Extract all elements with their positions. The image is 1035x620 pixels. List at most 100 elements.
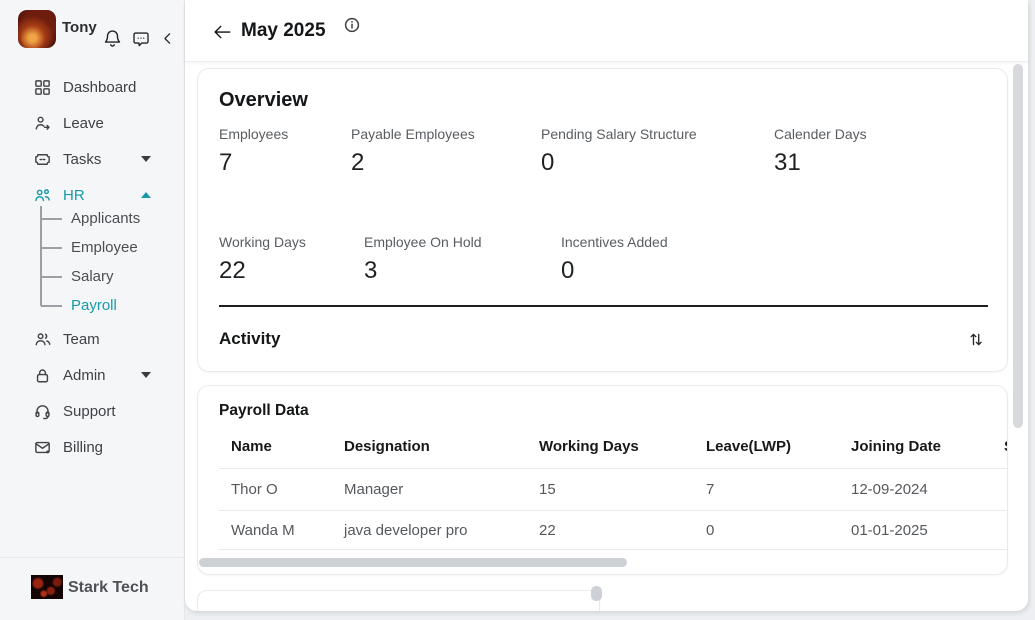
section-divider — [219, 305, 988, 307]
column-header-name[interactable]: Name — [231, 438, 272, 455]
stat-label: Incentives Added — [561, 234, 668, 250]
stat-label: Pending Salary Structure — [541, 126, 697, 142]
cell-designation: Manager — [344, 481, 403, 498]
stat-value: 2 — [351, 149, 475, 177]
hr-subtree-stub — [41, 247, 62, 249]
column-header-clipped[interactable]: S — [1004, 438, 1008, 455]
brand-footer: Stark Tech — [0, 557, 184, 620]
hr-people-icon — [33, 186, 52, 205]
stat-label: Payable Employees — [351, 126, 475, 142]
stat-value: 7 — [219, 149, 288, 177]
sidebar-item-applicants[interactable]: Applicants — [71, 209, 140, 229]
stat-value: 31 — [774, 149, 867, 177]
vertical-scrollbar-thumb[interactable] — [1013, 64, 1023, 428]
stat-employees: Employees 7 — [219, 126, 288, 177]
card-scrollbar-thumb[interactable] — [591, 586, 602, 601]
brand-name: Stark Tech — [68, 579, 149, 597]
info-icon[interactable] — [344, 17, 360, 33]
sidebar-item-dashboard[interactable]: Dashboard — [0, 72, 185, 102]
sidebar-item-label: Billing — [63, 439, 103, 456]
sidebar-item-label: Team — [63, 331, 100, 348]
horizontal-scrollbar-thumb[interactable] — [199, 558, 627, 567]
stat-incentives-added: Incentives Added 0 — [561, 234, 668, 285]
cell-joining-date: 12-09-2024 — [851, 481, 928, 498]
sidebar-item-label: Dashboard — [63, 79, 136, 96]
sort-arrows-icon[interactable] — [967, 330, 985, 349]
cell-working-days: 15 — [539, 481, 556, 498]
sidebar-item-label: Leave — [63, 115, 104, 132]
overview-card: Overview Employees 7 Payable Employees 2… — [197, 68, 1008, 372]
stat-working-days: Working Days 22 — [219, 234, 306, 285]
sidebar-item-leave[interactable]: Leave — [0, 108, 185, 138]
dashboard-grid-icon — [33, 78, 52, 97]
column-header-designation[interactable]: Designation — [344, 438, 430, 455]
sidebar-item-employee[interactable]: Employee — [71, 238, 138, 258]
cell-joining-date: 01-01-2025 — [851, 522, 928, 539]
leave-person-icon — [33, 114, 52, 133]
stat-value: 0 — [561, 257, 668, 285]
sidebar-item-label: Support — [63, 403, 116, 420]
main-panel: May 2025 Overview Employees 7 Payable Em… — [185, 0, 1028, 611]
user-profile[interactable]: Tony — [0, 9, 185, 51]
scroll-content: Overview Employees 7 Payable Employees 2… — [185, 62, 1028, 611]
row-divider — [219, 549, 1007, 550]
user-avatar[interactable] — [18, 10, 56, 48]
sidebar-item-label: Tasks — [63, 151, 101, 168]
column-header-leave-lwp[interactable]: Leave(LWP) — [706, 438, 791, 455]
chevron-down-icon[interactable] — [141, 372, 151, 378]
column-header-joining-date[interactable]: Joining Date — [851, 438, 941, 455]
sidebar-item-team[interactable]: Team — [0, 324, 185, 354]
messages-chat-icon[interactable] — [131, 29, 151, 49]
page-title: May 2025 — [241, 20, 326, 42]
stat-employee-on-hold: Employee On Hold 3 — [364, 234, 482, 285]
row-divider — [219, 510, 1007, 511]
stat-value: 3 — [364, 257, 482, 285]
cell-leave: 0 — [706, 522, 714, 539]
back-arrow-icon[interactable] — [211, 21, 233, 43]
stat-label: Calender Days — [774, 126, 867, 142]
stat-value: 22 — [219, 257, 306, 285]
payroll-card: Payroll Data Name Designation Working Da… — [197, 385, 1008, 575]
next-section-card — [197, 590, 600, 611]
hr-subtree-stub — [41, 218, 62, 220]
chevron-up-icon[interactable] — [141, 192, 151, 198]
stat-pending-salary-structure: Pending Salary Structure 0 — [541, 126, 697, 177]
team-people-icon — [33, 330, 52, 349]
sidebar-item-hr[interactable]: HR — [0, 180, 185, 210]
cell-designation: java developer pro — [344, 522, 467, 539]
sidebar-item-salary[interactable]: Salary — [71, 267, 114, 287]
payroll-title: Payroll Data — [219, 402, 309, 420]
stat-payable-employees: Payable Employees 2 — [351, 126, 475, 177]
billing-envelope-icon — [33, 438, 52, 457]
hr-subtree-stub — [41, 305, 62, 307]
stat-value: 0 — [541, 149, 697, 177]
admin-lock-icon — [33, 366, 52, 385]
stat-label: Working Days — [219, 234, 306, 250]
tasks-ticket-icon — [33, 150, 52, 169]
overview-title: Overview — [219, 89, 308, 112]
chevron-down-icon[interactable] — [141, 156, 151, 162]
row-divider — [219, 468, 1007, 469]
support-headset-icon — [33, 402, 52, 421]
notifications-bell-icon[interactable] — [102, 28, 123, 49]
sidebar-item-support[interactable]: Support — [0, 396, 185, 426]
sidebar-item-billing[interactable]: Billing — [0, 432, 185, 462]
stat-label: Employee On Hold — [364, 234, 482, 250]
user-name: Tony — [62, 19, 97, 36]
sidebar-item-admin[interactable]: Admin — [0, 360, 185, 390]
sidebar-item-label: Admin — [63, 367, 106, 384]
sidebar-item-payroll[interactable]: Payroll — [71, 296, 117, 316]
stat-label: Employees — [219, 126, 288, 142]
column-header-working-days[interactable]: Working Days — [539, 438, 639, 455]
activity-title: Activity — [219, 329, 280, 349]
page-header: May 2025 — [185, 0, 1028, 62]
hr-subtree-line — [40, 206, 42, 306]
sidebar: Tony Dashboard Leave — [0, 0, 185, 620]
hr-subtree-stub — [41, 276, 62, 278]
brand-logo — [31, 575, 63, 599]
stat-calender-days: Calender Days 31 — [774, 126, 867, 177]
collapse-sidebar-chevron-icon[interactable] — [159, 30, 176, 47]
cell-working-days: 22 — [539, 522, 556, 539]
cell-name: Wanda M — [231, 522, 295, 539]
sidebar-item-tasks[interactable]: Tasks — [0, 144, 185, 174]
